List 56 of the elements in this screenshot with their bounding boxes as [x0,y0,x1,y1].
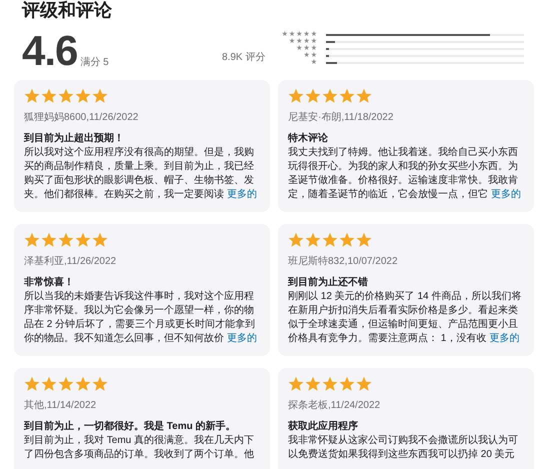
star-icon [322,376,338,392]
star-icon [288,376,304,392]
star-icon [305,88,321,104]
star-icon [24,232,40,248]
review-text: 刚刚以 12 美元的价格购买了 14 件商品，所以我们将在新用户折扣消失后看看实际价格是多少。看起来类似于全球速卖通，但运输时间更短、产品范围更小且价格具有竞争力。需要注意两点： 1，没有收 更多的 [288,290,522,346]
rating-score: 4.6 [22,30,78,72]
star-icon [305,376,321,392]
star-icon [322,88,338,104]
review-author: 其他,11/14/2022 [24,398,98,412]
more-link[interactable]: 更多的 [491,189,521,200]
rating-scale: 满分 5 [80,56,109,69]
section-title: 评级和评论 [20,0,113,20]
more-link[interactable]: 更多的 [227,333,257,344]
star-icon [58,376,74,392]
star-icon [75,88,91,104]
review-text: 所以当我的未婚妻告诉我这件事时，我对这个应用程序非常怀疑。我以为它会像另一个愿望一样，你的物品在 2 分钟后坏了，需要三个月或更长时间才能拿到你的物品。我不知道怎么回事，但不知何故价 更多的 [24,290,258,346]
review-title: 到目前为止还不错 [288,276,369,290]
review-text: 到目前为止，我对 Temu 真的很满意。我在几天内下了四份包含多项商品的订单。我收到了两个订单。他 [24,434,256,462]
star-icon [322,232,338,248]
review-author: 狐狸妈妈8600,11/26/2022 [24,111,140,124]
star-icon [41,232,57,248]
star-icon [92,88,108,104]
review-author: 尼基安·布朗,11/18/2022 [288,110,394,124]
star-icon [356,376,372,392]
star-icon [305,232,321,248]
star-icon [41,88,57,104]
star-icon [75,376,91,392]
star-icon [58,88,74,104]
review-text: 我非常怀疑从这家公司订购我不会撒谎所以我认为可以免费送货如果我得到这些东西我可以扔掉 20 美元 [288,434,519,462]
review-title: 获取此应用程序 [288,420,359,434]
review-title: 到目前为止超出预期！ [24,132,125,146]
star-icon [288,88,304,104]
star-icon [92,376,108,392]
star-icon [92,232,108,248]
review-title: 特木评论 [288,132,329,146]
more-link[interactable]: 更多的 [489,333,520,344]
rating-count: 8.9K 评分 [222,51,266,64]
review-title: 到目前为止，一切都很好。我是 Temu 的新手。 [24,420,236,434]
star-icon [339,232,355,248]
star-icon [356,232,372,248]
review-title: 非常惊喜！ [24,276,75,290]
review-text: 所以我对这个应用程序没有很高的期望。但是，我购买的商品制作精良，质量上乘。到目前为止，我已经购买了面包形状的眼影调色板、帽子、生物书签、发夹。他们都很棒。在购买之前，我一定要阅读 更多的 [24,146,258,202]
star-icon [288,232,304,248]
star-icon [339,376,355,392]
review-author: 泽基利亚,11/26/2022 [24,254,118,268]
review-author: 探条老板,11/24/2022 [288,398,382,412]
star-icon [58,232,74,248]
star-icon [356,88,372,104]
star-icon [75,232,91,248]
star-icon [24,88,40,104]
star-icon [41,376,57,392]
more-link[interactable]: 更多的 [227,189,257,200]
star-icon [24,376,40,392]
review-author: 班尼斯特832,10/07/2022 [288,254,399,268]
review-text: 我丈夫找到了特姆。他让我着迷。我给自己买小东西玩得很开心。为我的家人和我的孙女买些小东西。为圣诞节做准备。价格很好。运输速度非常快。我敢肯定，随着圣诞节的临近，它会放慢一点，但它 更多的 [288,146,522,202]
star-icon [339,88,355,104]
